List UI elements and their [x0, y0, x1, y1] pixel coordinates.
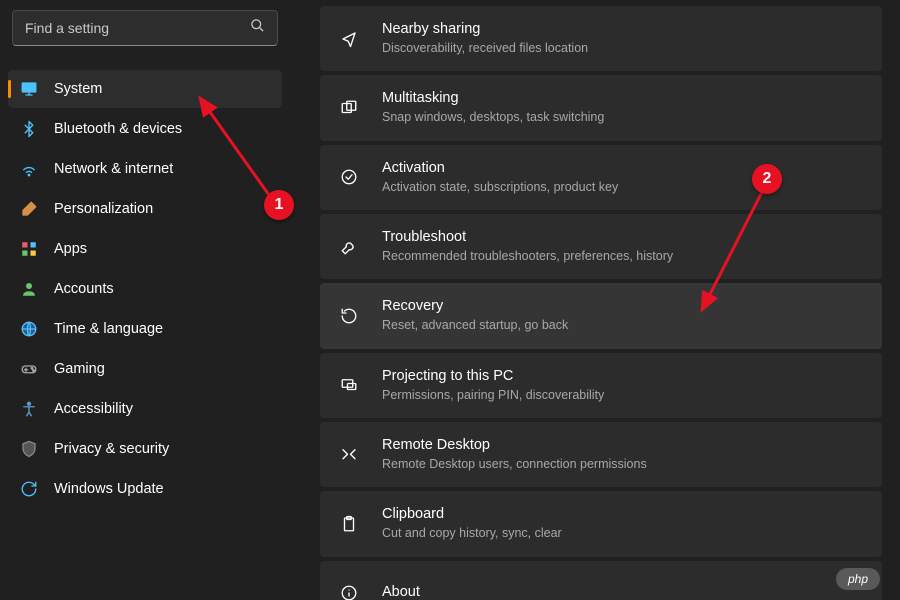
sidebar-item-gaming[interactable]: Gaming: [8, 350, 282, 388]
search-icon: [250, 18, 265, 38]
multitask-icon: [338, 97, 360, 119]
check-icon: [338, 166, 360, 188]
sidebar-item-label: Network & internet: [54, 161, 173, 177]
clipboard-icon: [338, 513, 360, 535]
gamepad-icon: [20, 360, 38, 378]
sidebar-item-windows-update[interactable]: Windows Update: [8, 470, 282, 508]
apps-icon: [20, 240, 38, 258]
sidebar-item-system[interactable]: System: [8, 70, 282, 108]
sidebar-item-label: Accessibility: [54, 401, 133, 417]
sidebar: System Bluetooth & devices Network & inter…: [0, 0, 290, 600]
watermark: php: [836, 568, 880, 590]
settings-card-multitasking[interactable]: MultitaskingSnap windows, desktops, task…: [320, 75, 882, 140]
sidebar-item-label: Windows Update: [54, 481, 164, 497]
settings-card-clipboard[interactable]: ClipboardCut and copy history, sync, cle…: [320, 491, 882, 556]
search-box[interactable]: [12, 10, 278, 46]
card-subtitle: Activation state, subscriptions, product…: [382, 179, 864, 197]
card-subtitle: Permissions, pairing PIN, discoverabilit…: [382, 387, 864, 405]
settings-card-remote-desktop[interactable]: Remote DesktopRemote Desktop users, conn…: [320, 422, 882, 487]
remote-icon: [338, 444, 360, 466]
main-content: Nearby sharingDiscoverability, received …: [290, 0, 900, 600]
card-title: Multitasking: [382, 89, 864, 108]
settings-card-about[interactable]: About: [320, 561, 882, 600]
sidebar-item-apps[interactable]: Apps: [8, 230, 282, 268]
brush-icon: [20, 200, 38, 218]
sidebar-item-accessibility[interactable]: Accessibility: [8, 390, 282, 428]
annotation-badge-2: 2: [752, 164, 782, 194]
bluetooth-icon: [20, 120, 38, 138]
project-icon: [338, 374, 360, 396]
card-title: Nearby sharing: [382, 20, 864, 39]
sidebar-item-label: System: [54, 81, 102, 97]
card-subtitle: Discoverability, received files location: [382, 40, 864, 58]
person-icon: [20, 280, 38, 298]
share-icon: [338, 28, 360, 50]
card-subtitle: Cut and copy history, sync, clear: [382, 525, 864, 543]
info-icon: [338, 582, 360, 600]
search-input[interactable]: [25, 20, 250, 36]
settings-card-troubleshoot[interactable]: TroubleshootRecommended troubleshooters,…: [320, 214, 882, 279]
card-title: Clipboard: [382, 505, 864, 524]
sidebar-item-label: Personalization: [54, 201, 153, 217]
settings-card-recovery[interactable]: RecoveryReset, advanced startup, go back: [320, 283, 882, 348]
sidebar-item-label: Time & language: [54, 321, 163, 337]
sidebar-item-label: Bluetooth & devices: [54, 121, 182, 137]
sidebar-item-bluetooth-devices[interactable]: Bluetooth & devices: [8, 110, 282, 148]
card-subtitle: Reset, advanced startup, go back: [382, 317, 864, 335]
card-title: Recovery: [382, 297, 864, 316]
settings-card-nearby-sharing[interactable]: Nearby sharingDiscoverability, received …: [320, 6, 882, 71]
card-title: Activation: [382, 159, 864, 178]
sidebar-item-label: Apps: [54, 241, 87, 257]
wrench-icon: [338, 236, 360, 258]
sidebar-item-label: Privacy & security: [54, 441, 169, 457]
sidebar-item-time-language[interactable]: Time & language: [8, 310, 282, 348]
sidebar-item-label: Accounts: [54, 281, 114, 297]
update-icon: [20, 480, 38, 498]
card-title: Troubleshoot: [382, 228, 864, 247]
settings-card-activation[interactable]: ActivationActivation state, subscription…: [320, 145, 882, 210]
sidebar-item-network-internet[interactable]: Network & internet: [8, 150, 282, 188]
card-subtitle: Remote Desktop users, connection permiss…: [382, 456, 864, 474]
sidebar-item-privacy-security[interactable]: Privacy & security: [8, 430, 282, 468]
wifi-icon: [20, 160, 38, 178]
sidebar-item-label: Gaming: [54, 361, 105, 377]
shield-icon: [20, 440, 38, 458]
monitor-icon: [20, 80, 38, 98]
sidebar-item-personalization[interactable]: Personalization: [8, 190, 282, 228]
recovery-icon: [338, 305, 360, 327]
card-title: Projecting to this PC: [382, 367, 864, 386]
card-subtitle: Recommended troubleshooters, preferences…: [382, 248, 864, 266]
sidebar-item-accounts[interactable]: Accounts: [8, 270, 282, 308]
card-title: About: [382, 583, 864, 600]
accessibility-icon: [20, 400, 38, 418]
globe-icon: [20, 320, 38, 338]
card-subtitle: Snap windows, desktops, task switching: [382, 109, 864, 127]
annotation-badge-1: 1: [264, 190, 294, 220]
settings-card-projecting-to-this-pc[interactable]: Projecting to this PCPermissions, pairin…: [320, 353, 882, 418]
card-title: Remote Desktop: [382, 436, 864, 455]
